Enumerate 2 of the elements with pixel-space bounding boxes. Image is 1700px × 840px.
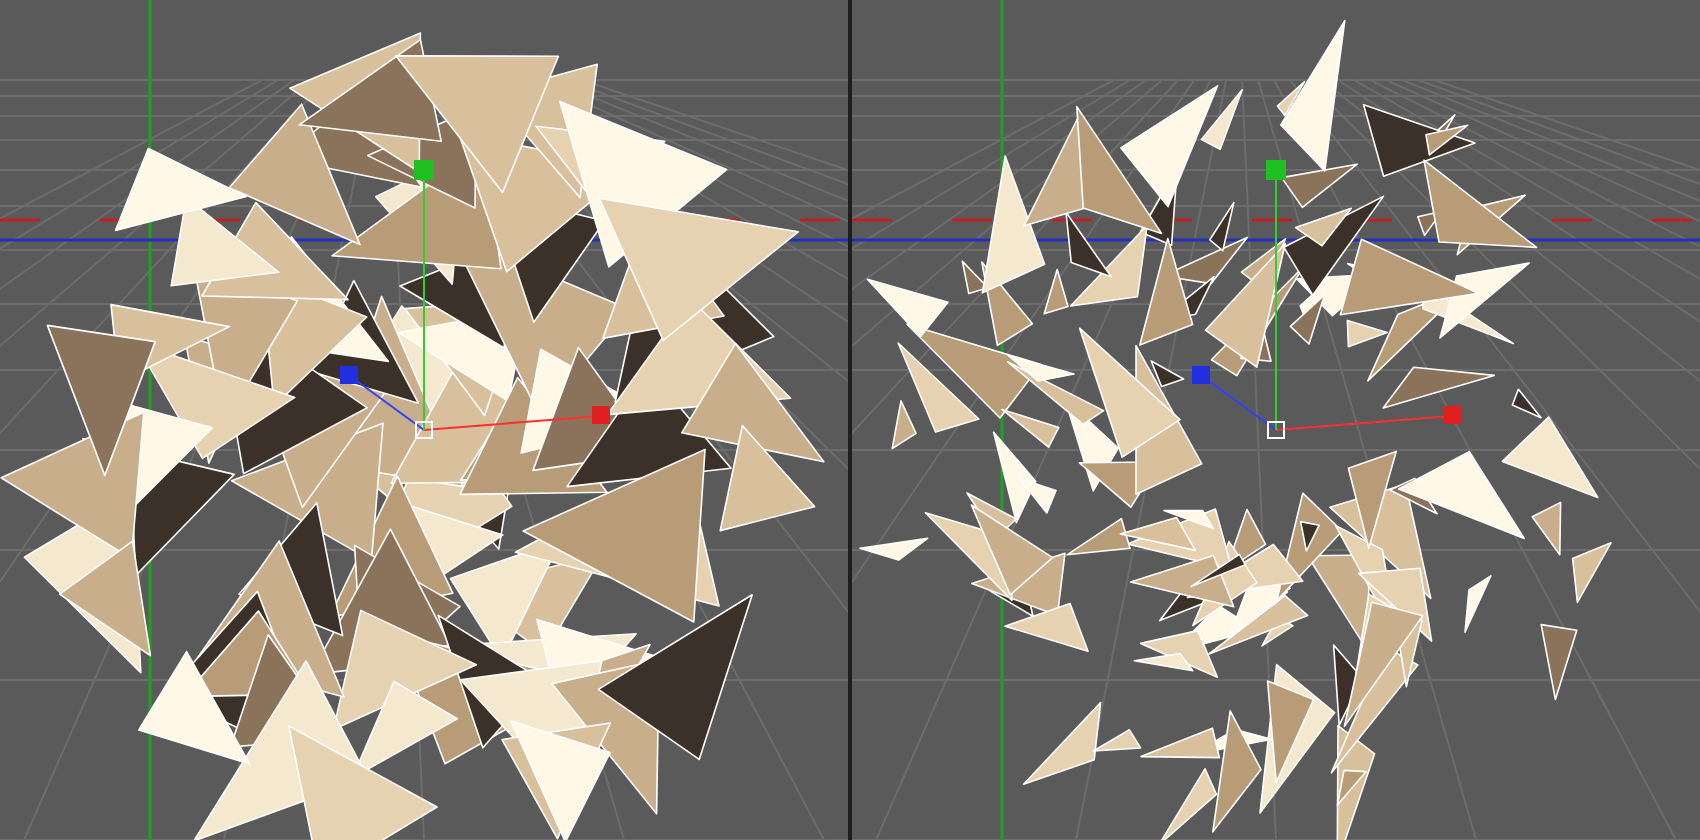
axis-gizmo-icon[interactable] xyxy=(1192,160,1462,439)
axis-gizmo-icon[interactable] xyxy=(340,160,610,439)
